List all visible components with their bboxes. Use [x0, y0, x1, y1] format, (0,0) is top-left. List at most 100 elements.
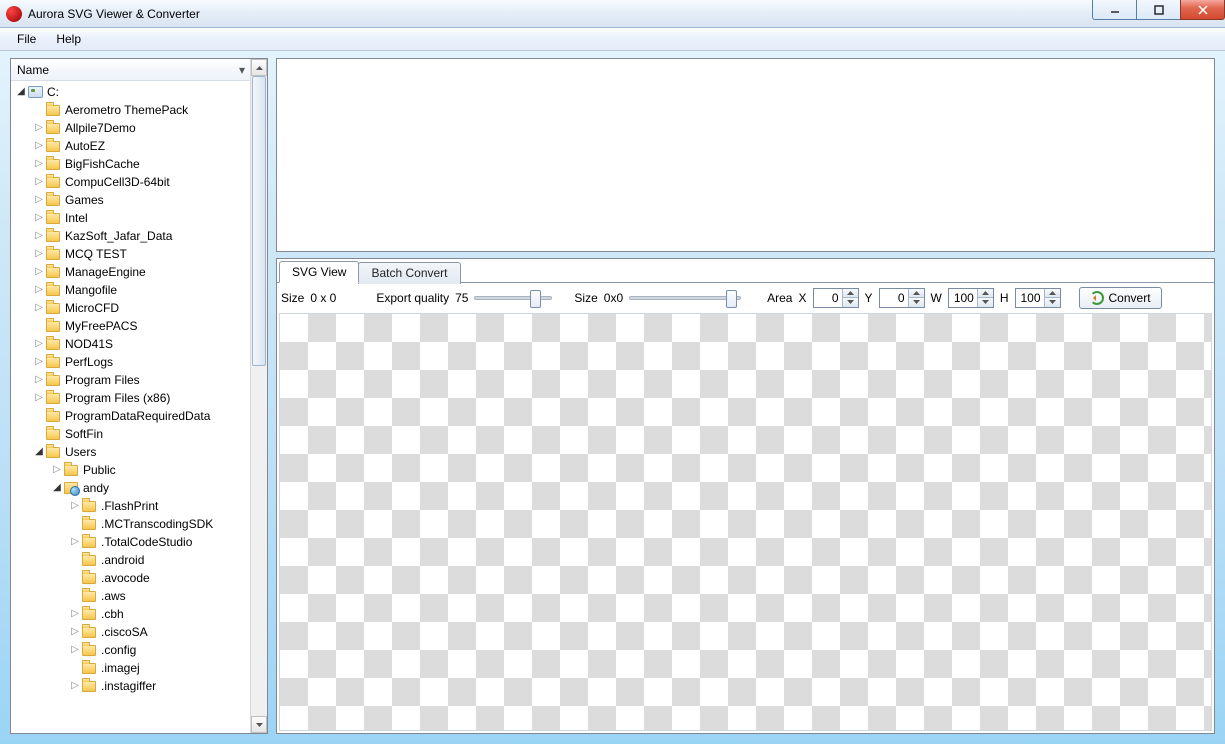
tree-item[interactable]: ▷CompuCell3D-64bit [15, 173, 250, 191]
tree-item[interactable]: ▷ManageEngine [15, 263, 250, 281]
tree-expand-icon[interactable]: ▷ [33, 177, 45, 187]
spin-up[interactable] [842, 289, 858, 299]
tree-expand-icon[interactable]: ▷ [33, 375, 45, 385]
tree-collapse-icon[interactable]: ◢ [15, 87, 27, 97]
tree-expand-icon[interactable]: ▷ [33, 213, 45, 223]
tree-item[interactable]: ▷ProgramDataRequiredData [15, 407, 250, 425]
tree-item[interactable]: ▷ .config [15, 641, 250, 659]
tree-item[interactable]: ▷KazSoft_Jafar_Data [15, 227, 250, 245]
area-h-spinner[interactable] [1015, 288, 1061, 308]
tab-svg-view[interactable]: SVG View [279, 261, 359, 283]
tree-expand-icon[interactable]: ▷ [69, 609, 81, 619]
tree-item-label: .instagiffer [101, 679, 156, 693]
tree-expand-icon[interactable]: ▷ [33, 357, 45, 367]
tree-expand-icon[interactable]: ▷ [33, 303, 45, 313]
slider-handle[interactable] [530, 290, 541, 308]
tree-item[interactable]: ▷BigFishCache [15, 155, 250, 173]
export-quality-slider[interactable] [474, 296, 552, 300]
slider-handle[interactable] [726, 290, 737, 308]
tree-expand-icon[interactable]: ▷ [33, 339, 45, 349]
scroll-thumb[interactable] [252, 76, 266, 366]
minimize-button[interactable] [1092, 0, 1137, 20]
area-w-spinner[interactable] [948, 288, 994, 308]
tree-expand-icon[interactable]: ▷ [69, 645, 81, 655]
tree-collapse-icon[interactable]: ◢ [51, 483, 63, 493]
tree-expand-icon[interactable]: ▷ [69, 681, 81, 691]
spin-up[interactable] [1044, 289, 1060, 299]
folder-tree[interactable]: ◢C:▷Aerometro ThemePack▷Allpile7Demo▷Aut… [11, 81, 250, 733]
tree-item-label: .config [101, 643, 136, 657]
spin-down[interactable] [1044, 298, 1060, 307]
tree-expand-icon[interactable]: ▷ [69, 627, 81, 637]
scroll-track[interactable] [251, 76, 267, 716]
tree-expand-icon[interactable]: ▷ [69, 537, 81, 547]
close-button[interactable] [1180, 0, 1225, 20]
tree-item[interactable]: ▷Mangofile [15, 281, 250, 299]
tree-expand-icon[interactable]: ▷ [33, 285, 45, 295]
tree-item[interactable]: ▷Allpile7Demo [15, 119, 250, 137]
tree-item[interactable]: ▷Public [15, 461, 250, 479]
tree-expand-icon[interactable]: ▷ [33, 249, 45, 259]
tree-item[interactable]: ▷.ciscoSA [15, 623, 250, 641]
checkerboard-canvas[interactable] [279, 313, 1212, 731]
tree-expand-icon[interactable]: ▷ [51, 465, 63, 475]
tree-item[interactable]: ▷.MCTranscodingSDK [15, 515, 250, 533]
area-h-input[interactable] [1016, 289, 1044, 307]
menu-file[interactable]: File [8, 28, 45, 50]
tree-item[interactable]: ▷.FlashPrint [15, 497, 250, 515]
folder-icon [45, 192, 61, 208]
area-y-input[interactable] [880, 289, 908, 307]
tree-expand-icon[interactable]: ▷ [69, 501, 81, 511]
spin-down[interactable] [908, 298, 924, 307]
tree-item[interactable]: ◢andy [15, 479, 250, 497]
area-x-spinner[interactable] [813, 288, 859, 308]
tree-expand-icon[interactable]: ▷ [33, 393, 45, 403]
tree-item[interactable]: ▷Games [15, 191, 250, 209]
convert-button[interactable]: Convert [1079, 287, 1162, 309]
tree-item[interactable]: ▷.avocode [15, 569, 250, 587]
tree-header[interactable]: Name ▾ [11, 59, 250, 81]
tree-item[interactable]: ▷.cbh [15, 605, 250, 623]
scroll-down-button[interactable] [251, 716, 267, 733]
menu-help[interactable]: Help [47, 28, 90, 50]
tree-item[interactable]: ▷MicroCFD [15, 299, 250, 317]
tree-item[interactable]: ▷.android [15, 551, 250, 569]
tree-item[interactable]: ▷.TotalCodeStudio [15, 533, 250, 551]
area-w-input[interactable] [949, 289, 977, 307]
tree-item[interactable]: ▷.aws [15, 587, 250, 605]
tree-item[interactable]: ▷Intel [15, 209, 250, 227]
maximize-button[interactable] [1136, 0, 1181, 20]
tree-item-root[interactable]: ◢C: [15, 83, 250, 101]
size-slider[interactable] [629, 296, 741, 300]
spin-down[interactable] [977, 298, 993, 307]
scroll-up-button[interactable] [251, 59, 267, 76]
tree-item[interactable]: ▷MyFreePACS [15, 317, 250, 335]
tree-collapse-icon[interactable]: ◢ [33, 447, 45, 457]
tree-item[interactable]: ◢Users [15, 443, 250, 461]
tree-expand-icon: ▷ [33, 429, 45, 439]
tree-item[interactable]: ▷PerfLogs [15, 353, 250, 371]
spin-up[interactable] [977, 289, 993, 299]
tree-expand-icon[interactable]: ▷ [33, 231, 45, 241]
area-x-input[interactable] [814, 289, 842, 307]
area-y-spinner[interactable] [879, 288, 925, 308]
tree-item[interactable]: ▷SoftFin [15, 425, 250, 443]
tree-expand-icon[interactable]: ▷ [33, 123, 45, 133]
tree-item[interactable]: ▷MCQ TEST [15, 245, 250, 263]
tree-item[interactable]: ▷ .instagiffer [15, 677, 250, 695]
spin-up[interactable] [908, 289, 924, 299]
tree-expand-icon[interactable]: ▷ [33, 141, 45, 151]
tree-expand-icon[interactable]: ▷ [33, 195, 45, 205]
tree-item[interactable]: ▷Program Files [15, 371, 250, 389]
tab-batch-convert[interactable]: Batch Convert [358, 262, 460, 284]
tree-item[interactable]: ▷NOD41S [15, 335, 250, 353]
tree-scrollbar[interactable] [250, 59, 267, 733]
tree-item[interactable]: ▷.imagej [15, 659, 250, 677]
spin-down[interactable] [842, 298, 858, 307]
tree-item[interactable]: ▷Aerometro ThemePack [15, 101, 250, 119]
tree-expand-icon[interactable]: ▷ [33, 159, 45, 169]
tree-item[interactable]: ▷Program Files (x86) [15, 389, 250, 407]
tree-item[interactable]: ▷AutoEZ [15, 137, 250, 155]
preview-panel [276, 58, 1215, 252]
tree-expand-icon[interactable]: ▷ [33, 267, 45, 277]
